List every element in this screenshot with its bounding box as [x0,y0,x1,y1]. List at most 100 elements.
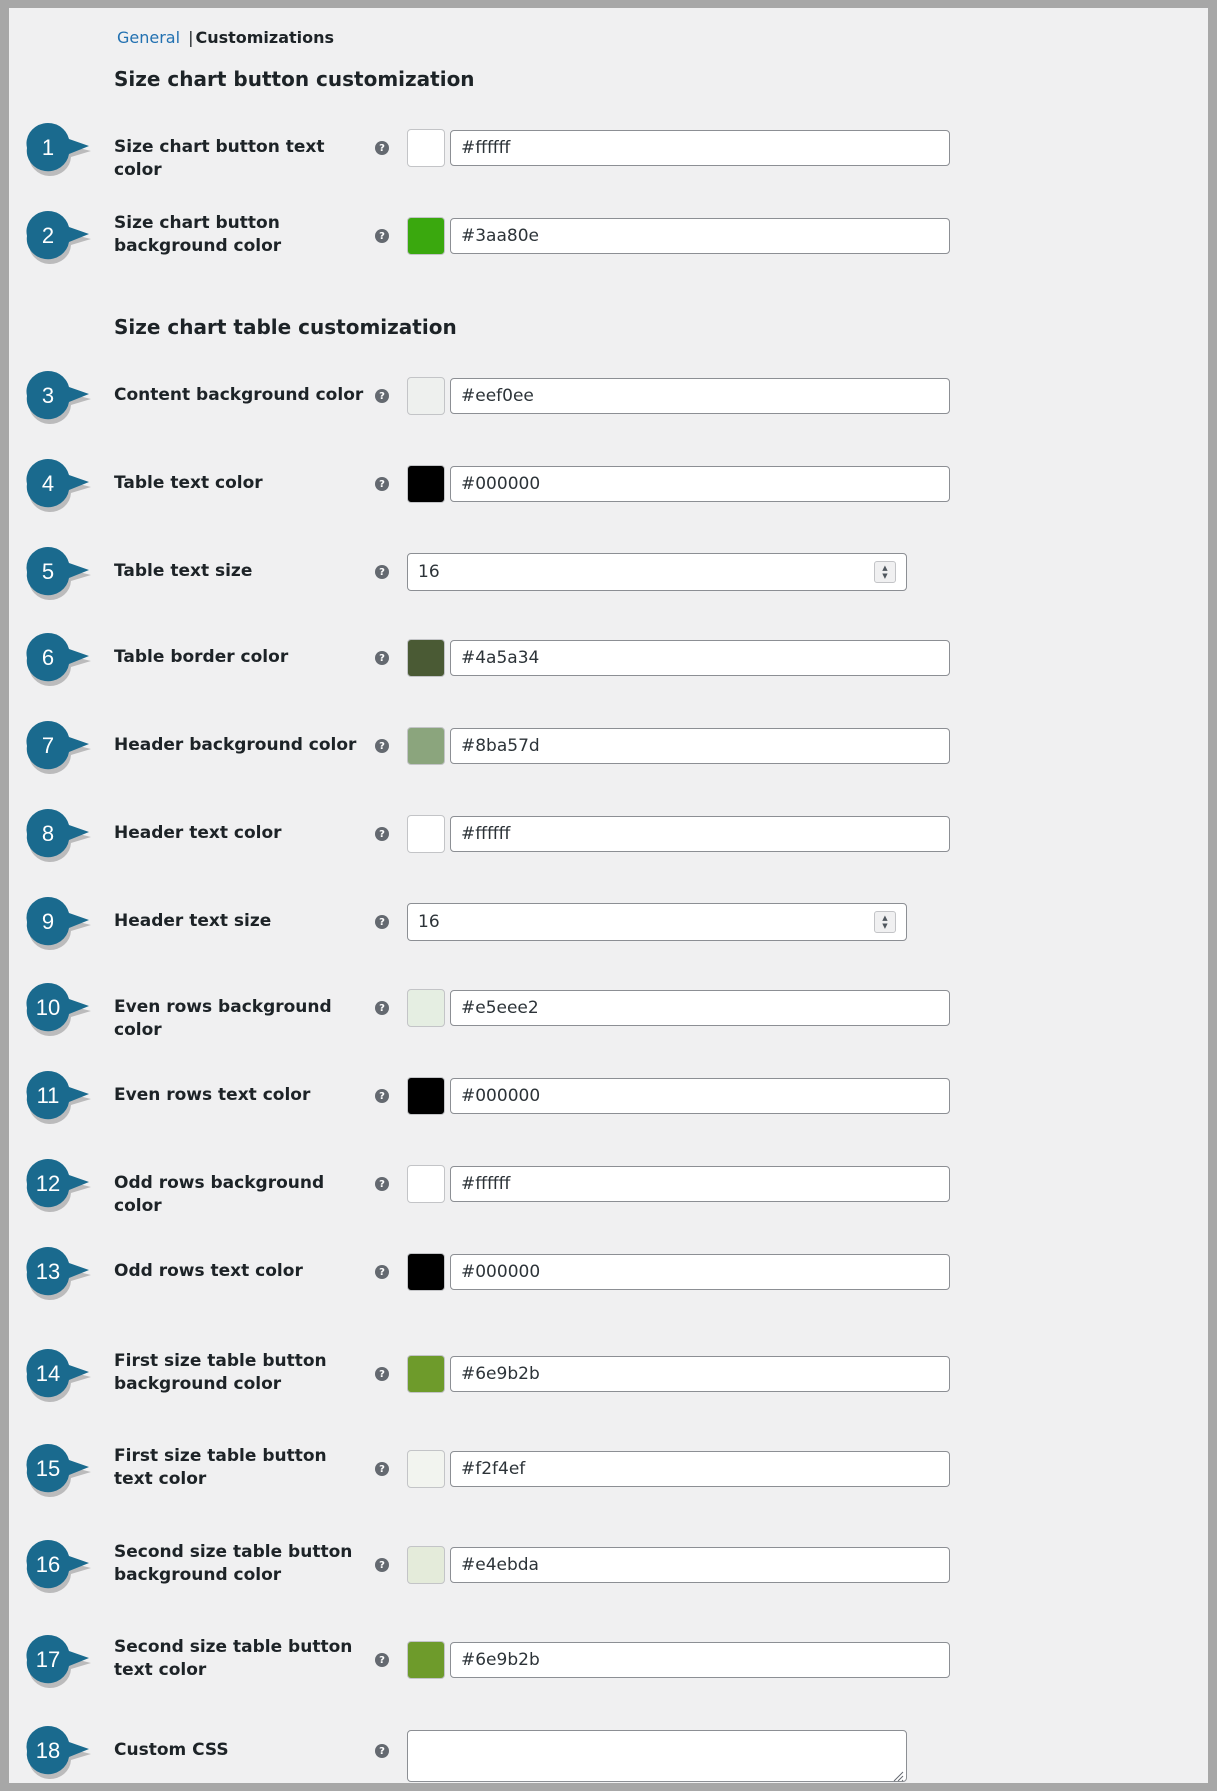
field-label: First size table button background color [114,1351,327,1394]
field-label: Odd rows text color [114,1261,303,1281]
color-hex-input[interactable]: #e5eee2 [450,990,950,1026]
color-hex-input[interactable]: #6e9b2b [450,1642,950,1678]
field-label: Second size table button background colo… [114,1542,353,1585]
color-hex-input[interactable]: #000000 [450,1078,950,1114]
number-value: 16 [418,912,440,932]
step-number: 12 [35,1171,61,1196]
step-number: 9 [41,909,55,934]
settings-tabs: General | Customizations [117,28,334,47]
field-label: Table text color [114,473,263,493]
field-label: Content background color [114,385,364,405]
tab-separator: | [188,28,194,47]
tab-customizations[interactable]: Customizations [195,28,334,47]
step-number-badge: 8 [23,809,101,863]
color-swatch[interactable] [407,1641,445,1679]
color-swatch[interactable] [407,1450,445,1488]
number-input[interactable]: 16 ▲ ▼ [407,553,907,591]
section-title-table: Size chart table customization [114,315,457,339]
chevron-down-icon[interactable]: ▼ [882,572,887,580]
help-icon[interactable]: ? [375,1653,389,1667]
color-hex-input[interactable]: #3aa80e [450,218,950,254]
help-icon[interactable]: ? [375,1265,389,1279]
help-icon[interactable]: ? [375,1367,389,1381]
step-number-badge: 3 [23,371,101,425]
field-label: Size chart button background color [114,213,282,256]
step-number: 18 [35,1738,61,1763]
help-icon[interactable]: ? [375,1462,389,1476]
step-number-badge: 7 [23,721,101,775]
help-icon[interactable]: ? [375,141,389,155]
custom-css-textarea[interactable] [407,1730,907,1782]
step-number-badge: 6 [23,633,101,687]
help-icon[interactable]: ? [375,229,389,243]
color-swatch[interactable] [407,1077,445,1115]
color-swatch[interactable] [407,639,445,677]
step-number: 4 [41,471,55,496]
section-title-button: Size chart button customization [114,67,475,91]
color-swatch[interactable] [407,815,445,853]
number-spinner[interactable]: ▲ ▼ [874,911,896,933]
field-label: Custom CSS [114,1740,229,1760]
step-number-badge: 11 [23,1071,101,1125]
help-icon[interactable]: ? [375,1744,389,1758]
field-label: Size chart button text color [114,137,325,180]
help-icon[interactable]: ? [375,1177,389,1191]
color-hex-input[interactable]: #ffffff [450,1166,950,1202]
color-swatch[interactable] [407,727,445,765]
field-label: Table text size [114,561,253,581]
color-swatch[interactable] [407,989,445,1027]
color-swatch[interactable] [407,1546,445,1584]
step-number: 6 [41,645,55,670]
step-number: 7 [41,733,55,758]
help-icon[interactable]: ? [375,389,389,403]
color-hex-input[interactable]: #eef0ee [450,378,950,414]
step-number: 1 [41,135,55,160]
chevron-down-icon[interactable]: ▼ [882,922,887,930]
color-swatch[interactable] [407,465,445,503]
field-label: First size table button text color [114,1446,327,1489]
step-number-badge: 17 [23,1635,101,1689]
step-number: 11 [36,1083,60,1108]
color-hex-input[interactable]: #000000 [450,466,950,502]
step-number-badge: 14 [23,1349,101,1403]
color-hex-input[interactable]: #ffffff [450,130,950,166]
step-number-badge: 2 [23,211,101,265]
field-label: Even rows background color [114,997,332,1040]
color-swatch[interactable] [407,377,445,415]
tab-general[interactable]: General [117,28,180,47]
step-number: 15 [35,1456,61,1481]
field-label: Table border color [114,647,289,667]
help-icon[interactable]: ? [375,1089,389,1103]
step-number: 16 [35,1552,61,1577]
color-hex-input[interactable]: #4a5a34 [450,640,950,676]
color-swatch[interactable] [407,1165,445,1203]
color-hex-input[interactable]: #f2f4ef [450,1451,950,1487]
help-icon[interactable]: ? [375,477,389,491]
chevron-up-icon[interactable]: ▲ [882,564,887,572]
help-icon[interactable]: ? [375,915,389,929]
color-swatch[interactable] [407,1253,445,1291]
field-label: Header text color [114,823,282,843]
help-icon[interactable]: ? [375,739,389,753]
chevron-up-icon[interactable]: ▲ [882,914,887,922]
color-hex-input[interactable]: #e4ebda [450,1547,950,1583]
color-hex-input[interactable]: #8ba57d [450,728,950,764]
color-hex-input[interactable]: #ffffff [450,816,950,852]
help-icon[interactable]: ? [375,827,389,841]
help-icon[interactable]: ? [375,651,389,665]
help-icon[interactable]: ? [375,1001,389,1015]
color-swatch[interactable] [407,129,445,167]
color-hex-input[interactable]: #6e9b2b [450,1356,950,1392]
number-input[interactable]: 16 ▲ ▼ [407,903,907,941]
resize-handle-icon[interactable] [892,1767,904,1782]
color-swatch[interactable] [407,1355,445,1393]
help-icon[interactable]: ? [375,1558,389,1572]
help-icon[interactable]: ? [375,565,389,579]
color-swatch[interactable] [407,217,445,255]
step-number: 5 [41,559,55,584]
number-spinner[interactable]: ▲ ▼ [874,561,896,583]
step-number: 3 [41,383,55,408]
step-number-badge: 4 [23,459,101,513]
field-label: Header text size [114,911,272,931]
color-hex-input[interactable]: #000000 [450,1254,950,1290]
